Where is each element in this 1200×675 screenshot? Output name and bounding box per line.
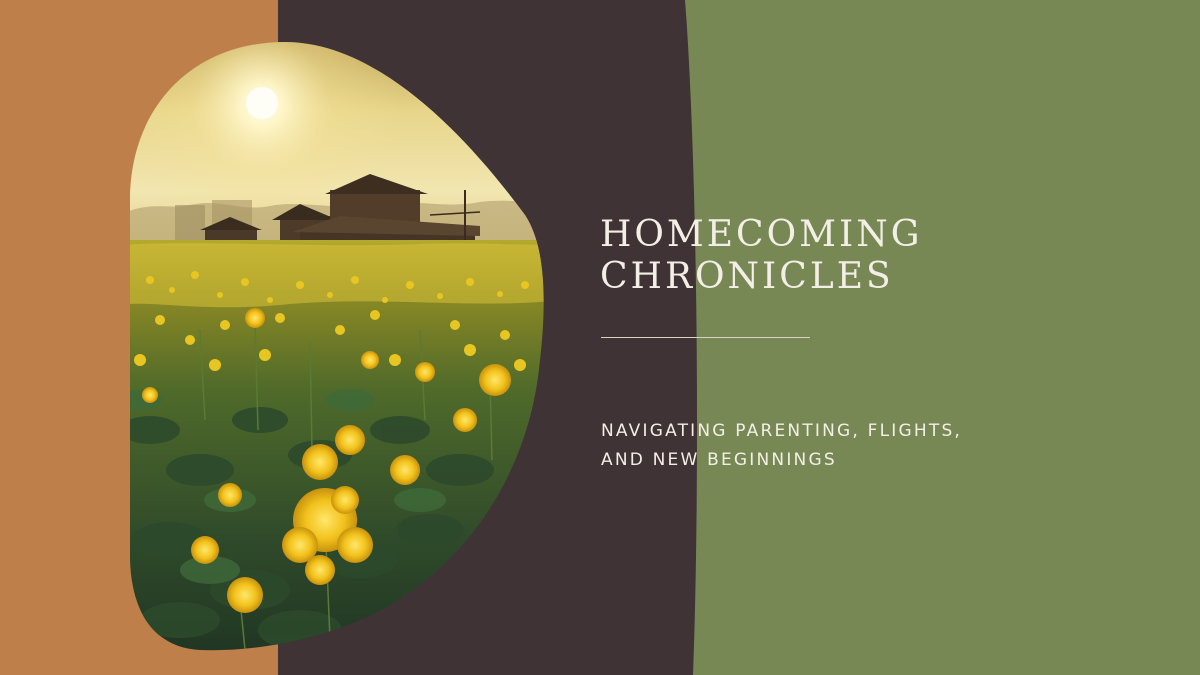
slide-subtitle: NAVIGATING PARENTING, FLIGHTS, AND NEW B… — [601, 417, 1161, 475]
subtitle-line-1: NAVIGATING PARENTING, FLIGHTS, — [601, 421, 963, 441]
title-line-1: HOMECOMING — [600, 214, 923, 255]
subtitle-line-2: AND NEW BEGINNINGS — [601, 450, 837, 470]
slide-title: HOMECOMING CHRONICLES — [600, 214, 1160, 298]
title-divider — [601, 337, 810, 338]
title-slide: HOMECOMING CHRONICLES NAVIGATING PARENTI… — [0, 0, 1200, 675]
title-line-2: CHRONICLES — [600, 256, 894, 297]
landscape-photo — [130, 42, 544, 651]
